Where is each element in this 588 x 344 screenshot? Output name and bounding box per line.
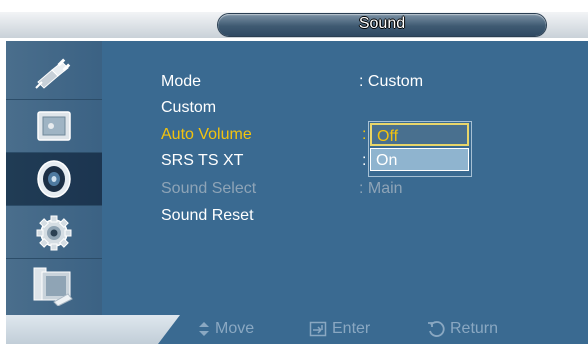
multi-control-icon — [33, 267, 73, 306]
input-plug-icon — [35, 58, 71, 89]
sidebar-item-sound[interactable] — [6, 153, 102, 206]
menu-label-sound-select: Sound Select — [161, 180, 257, 197]
hint-return-label: Return — [450, 320, 499, 337]
option-off[interactable]: Off — [370, 123, 469, 146]
hint-enter: Enter — [309, 319, 370, 339]
sidebar-item-input[interactable] — [6, 47, 102, 100]
move-arrows-icon — [199, 322, 209, 336]
hint-return: Return — [427, 319, 498, 339]
menu-label-srs-ts-xt[interactable]: SRS TS XT — [161, 152, 243, 170]
hint-move: Move — [198, 319, 254, 339]
hint-enter-label: Enter — [332, 320, 371, 337]
menu-value-sound-select: : Main — [359, 180, 403, 197]
menu-value-auto-volume: : — [362, 126, 367, 143]
return-icon — [428, 321, 445, 337]
menu-value-srs-ts-xt: : — [362, 152, 367, 169]
speaker-icon — [37, 160, 71, 198]
sidebar-item-picture[interactable] — [6, 100, 102, 153]
enter-icon — [309, 321, 327, 337]
sidebar-item-setup[interactable] — [6, 206, 102, 259]
menu-label-auto-volume[interactable]: Auto Volume — [161, 126, 252, 144]
sidebar-item-multi-control[interactable] — [6, 259, 102, 312]
option-on[interactable]: On — [370, 148, 469, 171]
menu-label-sound-reset[interactable]: Sound Reset — [161, 207, 254, 225]
hint-move-label: Move — [215, 320, 255, 337]
picture-icon — [37, 111, 71, 141]
menu-value-mode: : Custom — [359, 73, 424, 90]
menu-label-mode[interactable]: Mode — [161, 73, 201, 91]
menu-label-custom[interactable]: Custom — [161, 99, 216, 117]
setup-gear-icon — [36, 215, 72, 251]
page-title: Sound — [358, 15, 406, 32]
